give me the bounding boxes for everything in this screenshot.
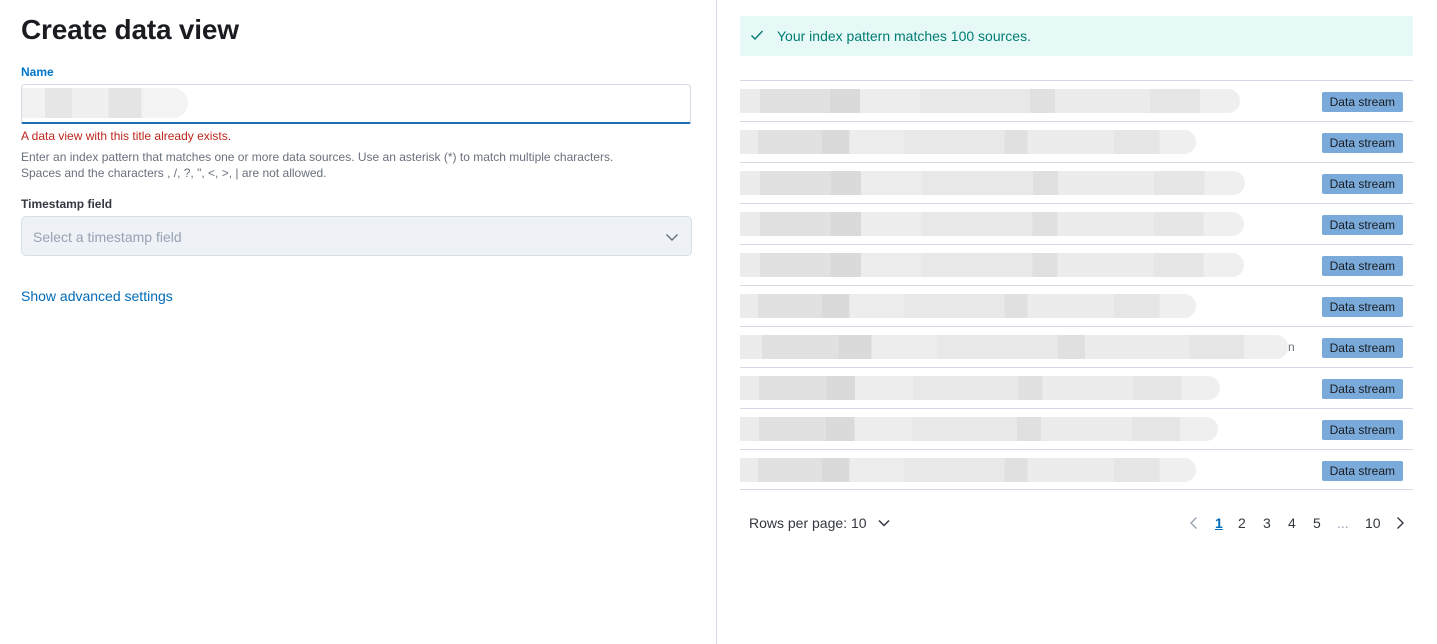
data-stream-badge: Data stream bbox=[1321, 420, 1403, 440]
chevron-down-icon bbox=[878, 519, 890, 527]
redacted-source-name bbox=[740, 130, 1196, 154]
redacted-source-name bbox=[740, 335, 1288, 359]
chevron-left-icon[interactable] bbox=[1187, 516, 1201, 530]
page-2-button[interactable]: 2 bbox=[1238, 515, 1246, 531]
help-text-line-2: Spaces and the characters , /, ?, ", <, … bbox=[21, 166, 327, 180]
pane-divider bbox=[716, 0, 717, 644]
chevron-down-icon bbox=[666, 234, 678, 241]
name-help-text: Enter an index pattern that matches one … bbox=[21, 149, 701, 181]
check-icon bbox=[751, 30, 764, 41]
page-1-button[interactable]: 1 bbox=[1215, 515, 1223, 531]
match-callout: Your index pattern matches 100 sources. bbox=[740, 16, 1413, 56]
timestamp-field-label: Timestamp field bbox=[21, 197, 113, 211]
table-row: Data stream bbox=[740, 408, 1413, 449]
rows-per-page-button[interactable]: Rows per page: 10 bbox=[749, 515, 890, 531]
table-row: Data stream bbox=[740, 367, 1413, 408]
callout-text: Your index pattern matches 100 sources. bbox=[777, 28, 1031, 44]
source-name-suffix: n bbox=[1288, 340, 1295, 354]
page-4-button[interactable]: 4 bbox=[1288, 515, 1296, 531]
page-title: Create data view bbox=[21, 14, 239, 45]
name-label: Name bbox=[21, 65, 54, 79]
data-stream-badge: Data stream bbox=[1321, 338, 1403, 358]
table-row: Data stream bbox=[740, 121, 1413, 162]
page-3-button[interactable]: 3 bbox=[1263, 515, 1271, 531]
redacted-source-name bbox=[740, 171, 1245, 195]
data-stream-badge: Data stream bbox=[1321, 379, 1403, 399]
page-ellipsis: ... bbox=[1337, 515, 1349, 531]
timestamp-field-placeholder: Select a timestamp field bbox=[33, 229, 182, 245]
table-row: Data stream bbox=[740, 162, 1413, 203]
table-row: Data stream bbox=[740, 449, 1413, 490]
redacted-source-name bbox=[740, 294, 1196, 318]
data-stream-badge: Data stream bbox=[1321, 133, 1403, 153]
page-5-button[interactable]: 5 bbox=[1313, 515, 1321, 531]
redacted-source-name bbox=[740, 253, 1244, 277]
redacted-source-name bbox=[740, 417, 1218, 441]
timestamp-field-select[interactable]: Select a timestamp field bbox=[21, 216, 692, 256]
redacted-source-name bbox=[740, 458, 1196, 482]
page-10-button[interactable]: 10 bbox=[1365, 515, 1381, 531]
data-stream-badge: Data stream bbox=[1321, 174, 1403, 194]
data-stream-badge: Data stream bbox=[1321, 461, 1403, 481]
create-data-view-form: Create data view Name A data view with t… bbox=[0, 0, 716, 644]
redacted-source-name bbox=[740, 376, 1220, 400]
data-stream-badge: Data stream bbox=[1321, 92, 1403, 112]
data-stream-badge: Data stream bbox=[1321, 256, 1403, 276]
show-advanced-settings-link[interactable]: Show advanced settings bbox=[21, 288, 173, 304]
help-text-line-1: Enter an index pattern that matches one … bbox=[21, 150, 614, 164]
redacted-source-name bbox=[740, 212, 1244, 236]
name-input[interactable] bbox=[21, 84, 691, 124]
rows-per-page-label: Rows per page: 10 bbox=[749, 515, 867, 531]
table-row: Data stream bbox=[740, 285, 1413, 326]
chevron-right-icon[interactable] bbox=[1393, 516, 1407, 530]
table-row: Data stream bbox=[740, 203, 1413, 244]
data-stream-badge: Data stream bbox=[1321, 215, 1403, 235]
data-stream-badge: Data stream bbox=[1321, 297, 1403, 317]
table-row: n Data stream bbox=[740, 326, 1413, 367]
table-row: Data stream bbox=[740, 244, 1413, 285]
sources-table: Data stream Data stream Data stream Data… bbox=[740, 80, 1413, 490]
redacted-source-name bbox=[740, 89, 1240, 113]
name-error-message: A data view with this title already exis… bbox=[21, 129, 232, 143]
redacted-name-value bbox=[22, 88, 188, 118]
table-row: Data stream bbox=[740, 80, 1413, 121]
